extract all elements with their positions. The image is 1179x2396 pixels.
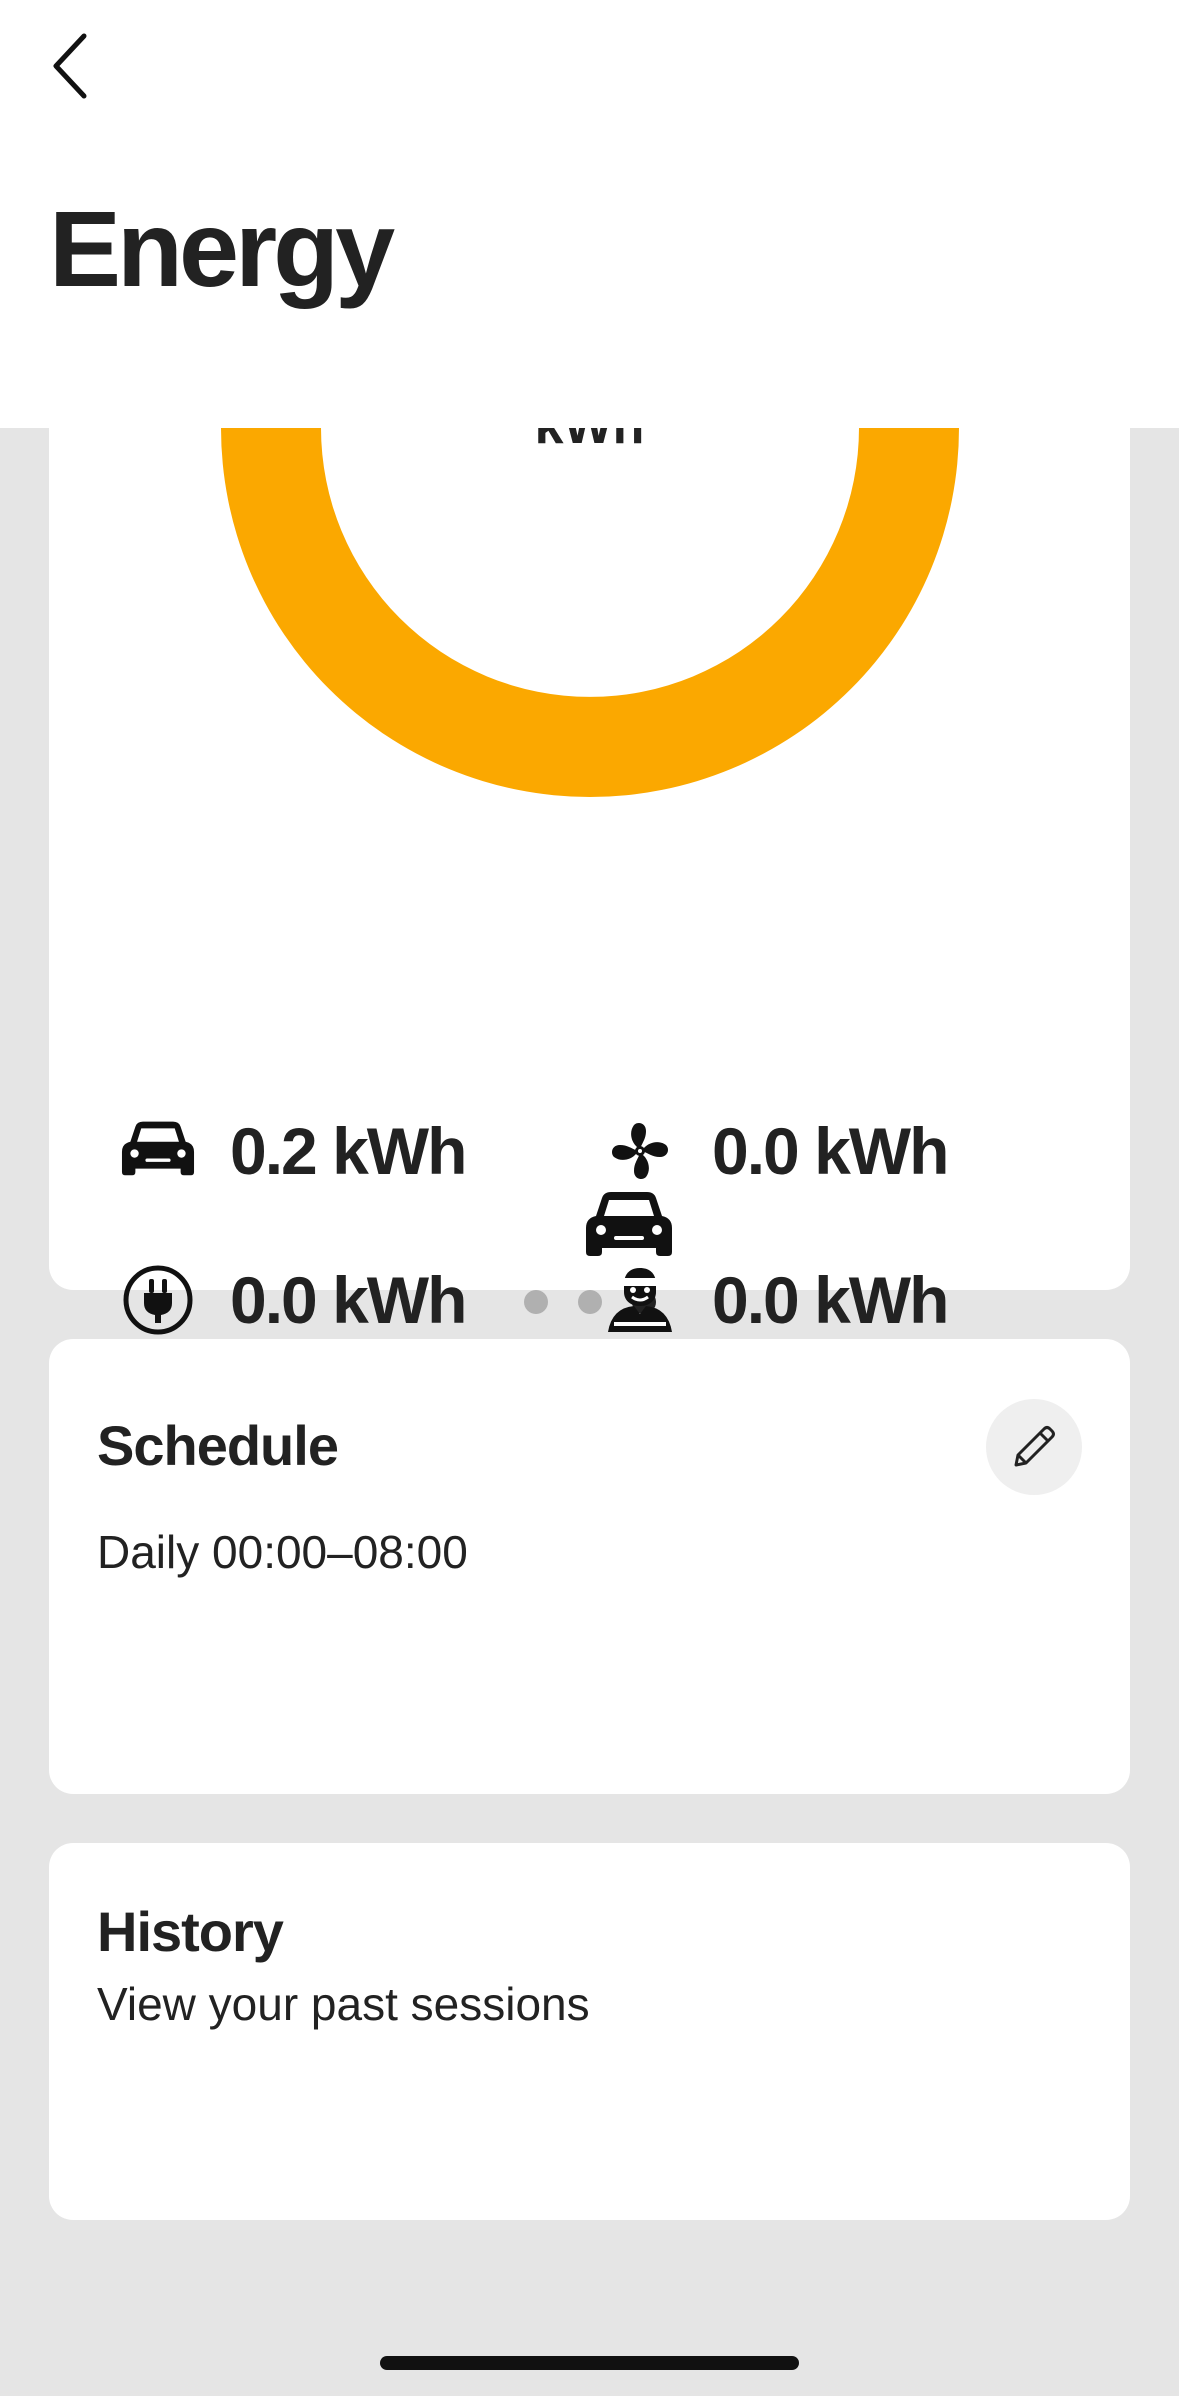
schedule-title: Schedule <box>97 1414 339 1477</box>
energy-summary-card: kWh 0.2 kWh <box>49 397 1130 1337</box>
plug-icon <box>123 1265 193 1335</box>
app-header: Energy <box>0 0 1179 428</box>
page-title: Energy <box>49 188 395 309</box>
fan-icon <box>612 1123 668 1179</box>
page-dot[interactable] <box>577 1290 602 1314</box>
car-icon <box>121 1121 195 1176</box>
stat-climate-energy: 0.0 kWh <box>600 1106 949 1196</box>
chevron-left-icon[interactable] <box>40 28 100 108</box>
car-icon[interactable] <box>584 1190 674 1264</box>
history-title: History <box>97 1900 284 1963</box>
stat-value: 0.0 kWh <box>230 1263 467 1337</box>
stat-value: 0.2 kWh <box>230 1114 467 1188</box>
history-card[interactable]: History View your past sessions <box>49 1843 1130 2220</box>
stat-value: 0.0 kWh <box>712 1263 949 1337</box>
home-indicator[interactable] <box>380 2356 799 2370</box>
schedule-value: Daily 00:00–08:00 <box>97 1526 468 1578</box>
donut-segment <box>221 428 959 797</box>
pencil-icon <box>1014 1426 1055 1467</box>
stat-value: 0.0 kWh <box>712 1114 949 1188</box>
history-subtitle: View your past sessions <box>97 1978 590 2030</box>
energy-donut-chart <box>221 428 959 797</box>
schedule-card[interactable]: Schedule Daily 00:00–08:00 <box>49 1339 1130 1794</box>
stat-other-energy: 0.0 kWh <box>600 1255 949 1345</box>
page-dot[interactable] <box>523 1290 548 1314</box>
person-icon <box>608 1268 672 1332</box>
stat-vehicle-energy: 0.2 kWh <box>118 1106 467 1196</box>
stat-outlet-energy: 0.0 kWh <box>118 1255 467 1345</box>
edit-schedule-button[interactable] <box>986 1399 1082 1495</box>
